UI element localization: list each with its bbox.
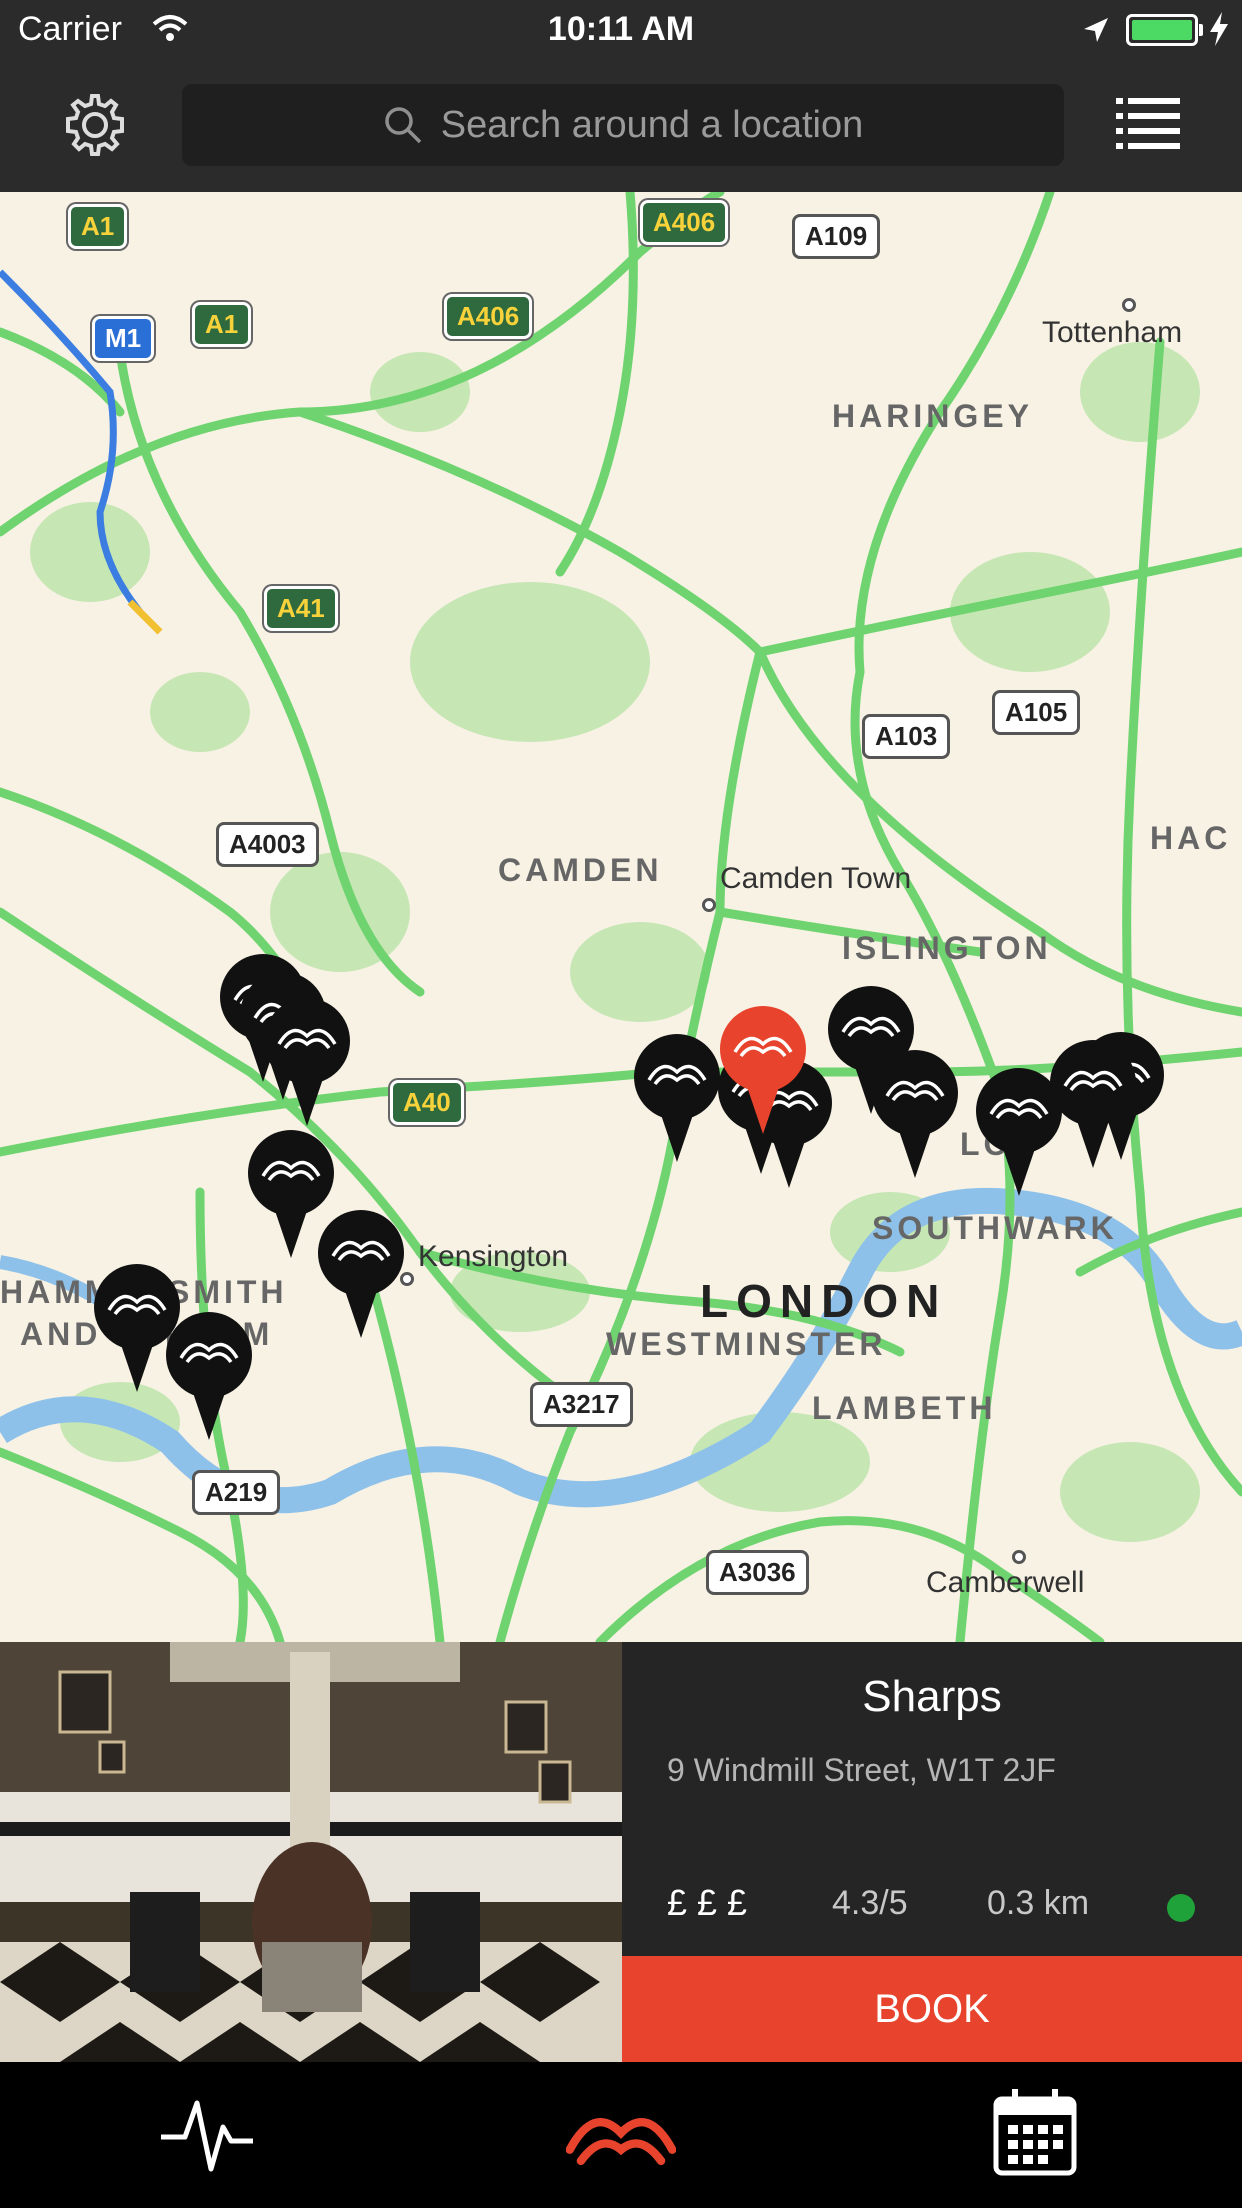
selected-barber-pin[interactable] xyxy=(720,1006,806,1134)
area-label: CAMDEN xyxy=(498,852,663,888)
area-label: HARINGEY xyxy=(832,398,1033,434)
place-dot xyxy=(1122,298,1136,312)
battery-cap xyxy=(1199,24,1203,36)
place-label: Camden Town xyxy=(720,862,912,895)
road-shield: M1 xyxy=(92,316,155,361)
activity-icon[interactable] xyxy=(152,2082,262,2182)
price-level: £ £ £ xyxy=(667,1882,748,1923)
place-label: Kensington xyxy=(418,1240,569,1273)
area-label: WESTMINSTER xyxy=(606,1326,887,1362)
city-label: LONDON xyxy=(700,1275,948,1327)
distance: 0.3 km xyxy=(987,1884,1090,1922)
book-button[interactable]: BOOK xyxy=(622,1956,1242,2062)
charging-icon xyxy=(1210,12,1228,55)
road-shield: A41 xyxy=(264,586,338,631)
search-input[interactable]: Search around a location xyxy=(182,84,1064,166)
road-shield: A105 xyxy=(992,690,1081,735)
place-dot xyxy=(1012,1550,1026,1564)
status-time: 10:11 AM xyxy=(547,10,695,48)
list-icon[interactable] xyxy=(1116,96,1180,152)
area-label: SOUTHWARK xyxy=(872,1210,1118,1246)
place-dot xyxy=(702,898,716,912)
road-shield: A406 xyxy=(640,200,729,245)
map-view[interactable]: A1 A406 A109 M1 A1 A406 A41 A103 A105 A4… xyxy=(0,192,1242,1642)
road-shield: A3036 xyxy=(706,1550,809,1595)
road-shield: A1 xyxy=(192,302,252,347)
road-shield: A3217 xyxy=(530,1382,633,1427)
location-arrow-icon xyxy=(1082,14,1110,53)
open-status-dot xyxy=(1167,1894,1195,1922)
barbershop-photo xyxy=(0,1642,622,2062)
tab-bar xyxy=(0,2062,1242,2208)
road-shield: A4003 xyxy=(216,822,319,867)
road-shield: A40 xyxy=(390,1080,464,1125)
road-shield: A1 xyxy=(68,204,128,249)
road-shield: A109 xyxy=(792,214,881,259)
barber-pin[interactable] xyxy=(634,1034,720,1162)
barber-address: 9 Windmill Street, W1T 2JF xyxy=(667,1752,1056,1788)
barber-pin[interactable] xyxy=(264,998,350,1126)
search-icon xyxy=(384,107,421,144)
place-label: Tottenham xyxy=(1042,316,1183,349)
nav-bar: Search around a location xyxy=(0,62,1242,192)
road-shield: A219 xyxy=(192,1470,281,1515)
road-shield: A103 xyxy=(862,714,951,759)
area-label: HAC xyxy=(1150,820,1232,856)
calendar-icon[interactable] xyxy=(980,2082,1090,2182)
area-label: ISLINGTON xyxy=(842,930,1052,966)
road-shield: A406 xyxy=(444,294,533,339)
barber-info: Sharps 9 Windmill Street, W1T 2JF £ £ £ … xyxy=(622,1642,1242,1956)
rating: 4.3/5 xyxy=(832,1884,908,1922)
place-label: Camberwell xyxy=(926,1566,1085,1599)
status-bar: Carrier 10:11 AM xyxy=(0,0,1242,62)
barber-pin[interactable] xyxy=(166,1312,252,1440)
barber-pin[interactable] xyxy=(872,1050,958,1178)
gear-icon[interactable] xyxy=(62,92,128,158)
barber-pin[interactable] xyxy=(318,1210,404,1338)
search-placeholder: Search around a location xyxy=(440,103,864,146)
barber-name: Sharps xyxy=(862,1672,1002,1721)
brand-logo-icon[interactable] xyxy=(566,2082,676,2182)
battery-icon xyxy=(1126,14,1198,46)
barber-card[interactable]: Sharps 9 Windmill Street, W1T 2JF £ £ £ … xyxy=(0,1642,1242,2062)
barber-pin[interactable] xyxy=(1050,1040,1136,1168)
area-label: LAMBETH xyxy=(812,1390,997,1426)
